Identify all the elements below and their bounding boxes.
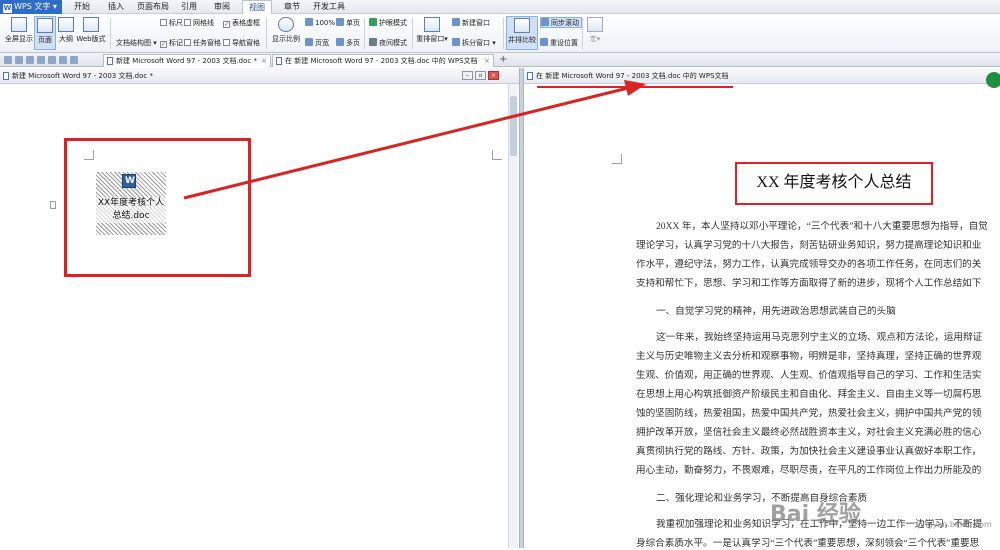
annotation-arrow	[183, 80, 646, 200]
arrow-line	[183, 86, 629, 200]
arrow-head	[624, 80, 646, 96]
